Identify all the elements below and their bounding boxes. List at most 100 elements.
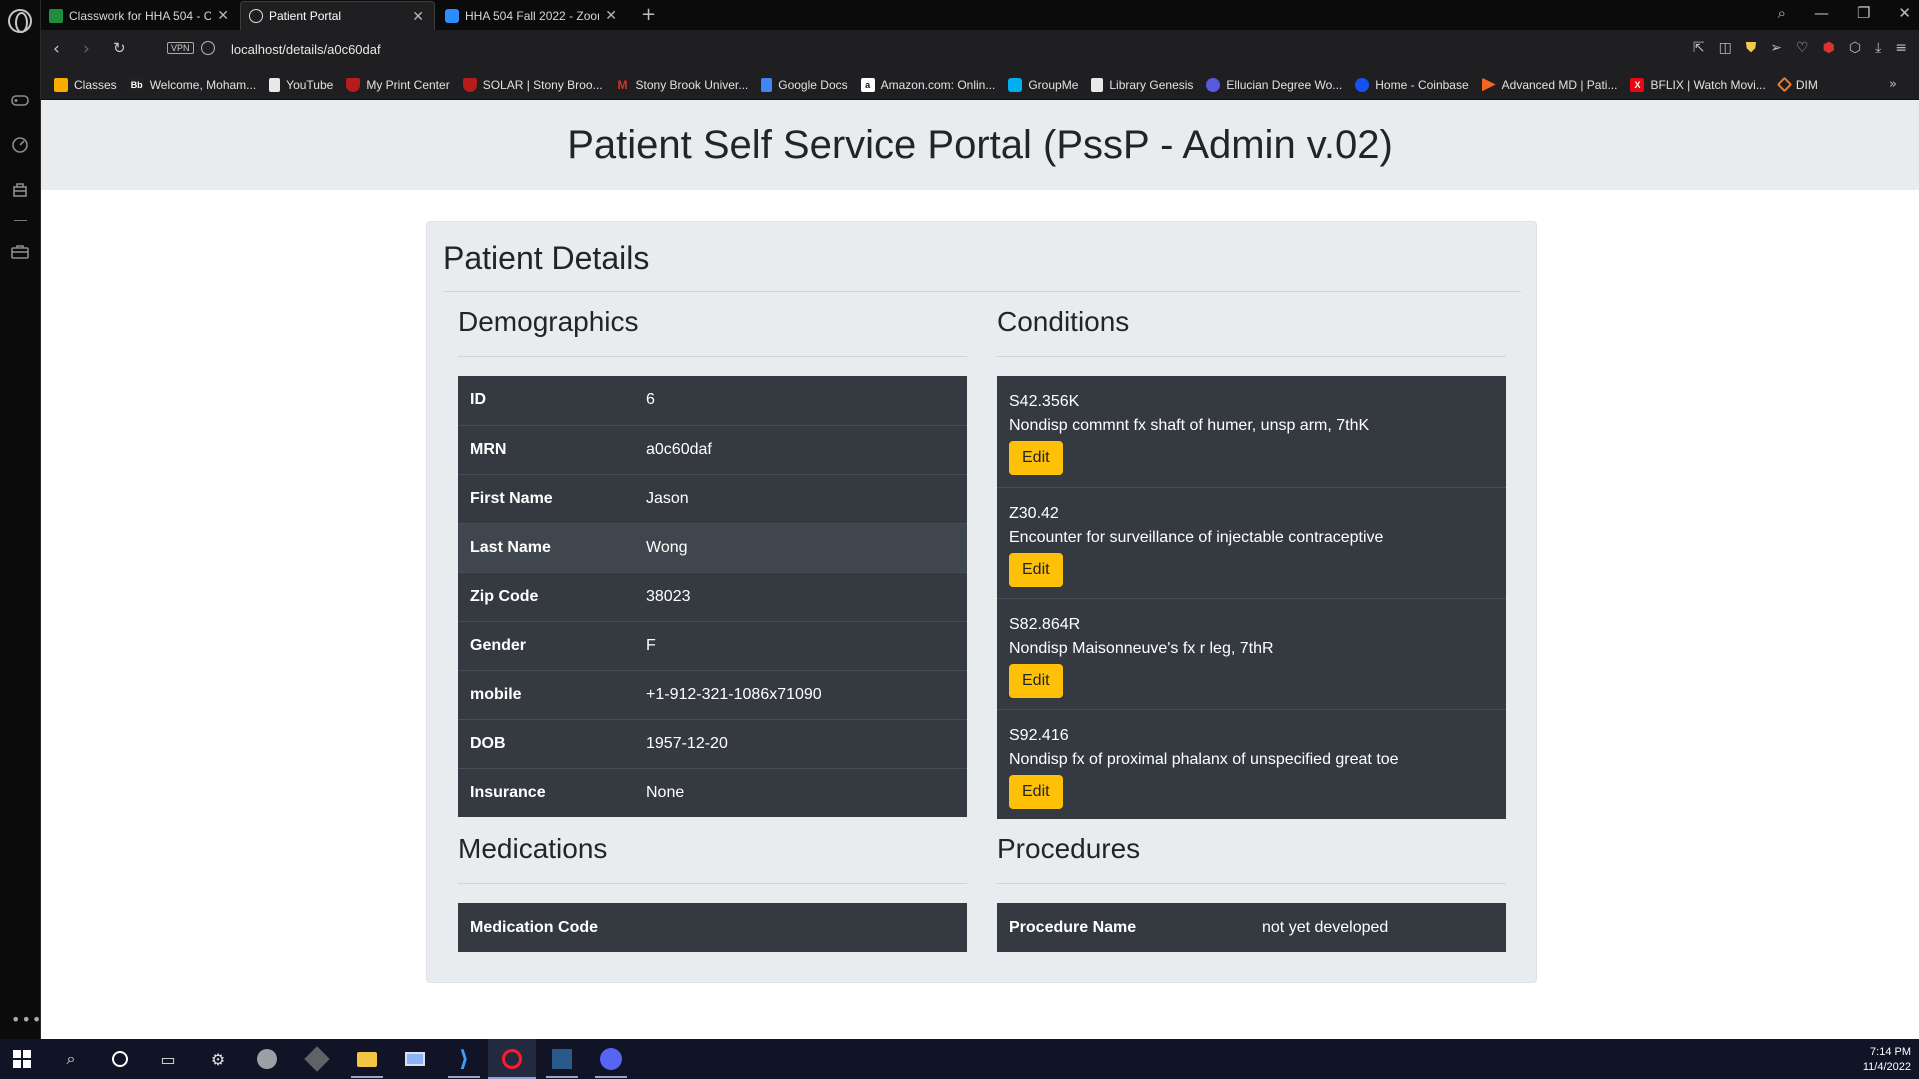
divider bbox=[458, 883, 967, 884]
bookmark-label: Classes bbox=[74, 77, 117, 92]
speed-dial-icon[interactable] bbox=[10, 135, 30, 155]
briefcase-icon[interactable] bbox=[10, 242, 30, 262]
bookmark-youtube[interactable]: YouTube bbox=[269, 77, 333, 92]
vpn-app-icon[interactable] bbox=[255, 1047, 279, 1071]
heart-icon[interactable]: ♡ bbox=[1796, 40, 1809, 56]
site-info-icon[interactable] bbox=[201, 41, 215, 55]
bookmark-print-center[interactable]: My Print Center bbox=[346, 77, 450, 92]
card-title: Patient Details bbox=[443, 240, 650, 276]
divider bbox=[997, 356, 1506, 357]
new-tab-button[interactable]: + bbox=[641, 4, 656, 25]
bookmarks-bar: Classes Bb Welcome, Moham... YouTube My P… bbox=[41, 70, 1919, 100]
close-icon[interactable]: ✕ bbox=[217, 7, 229, 24]
remote-desktop-icon[interactable] bbox=[403, 1047, 427, 1071]
sidebar-divider bbox=[14, 220, 27, 221]
edit-condition-button[interactable]: Edit bbox=[1009, 441, 1063, 475]
field-label: DOB bbox=[458, 718, 634, 768]
active-indicator bbox=[546, 1076, 578, 1078]
bookmark-advancedmd[interactable]: Advanced MD | Pati... bbox=[1481, 77, 1617, 92]
close-window-button[interactable]: ✕ bbox=[1898, 4, 1911, 22]
edit-condition-button[interactable]: Edit bbox=[1009, 664, 1063, 698]
bookmark-label: Library Genesis bbox=[1109, 77, 1194, 92]
minimize-button[interactable]: — bbox=[1814, 4, 1829, 22]
unity-icon[interactable] bbox=[304, 1046, 330, 1072]
bookmark-classes[interactable]: Classes bbox=[54, 77, 117, 92]
demographics-title: Demographics bbox=[458, 306, 639, 337]
close-icon[interactable]: ✕ bbox=[412, 8, 424, 25]
restore-button[interactable]: ❐ bbox=[1857, 4, 1870, 22]
cortana-icon[interactable] bbox=[108, 1047, 132, 1071]
bookmark-label: Home - Coinbase bbox=[1375, 77, 1469, 92]
page-content: Patient Self Service Portal (PssP - Admi… bbox=[41, 100, 1919, 1039]
edit-condition-button[interactable]: Edit bbox=[1009, 775, 1063, 809]
ssms-icon[interactable] bbox=[550, 1047, 574, 1071]
workspace-icon[interactable] bbox=[10, 180, 30, 200]
conditions-title: Conditions bbox=[997, 306, 1130, 337]
table-row: MRN a0c60daf bbox=[458, 424, 967, 474]
bookmark-label: Amazon.com: Onlin... bbox=[880, 77, 996, 92]
bookmark-ellucian[interactable]: Ellucian Degree Wo... bbox=[1206, 77, 1342, 92]
field-label: Last Name bbox=[458, 522, 634, 572]
tab-classwork[interactable]: Classwork for HHA 504 - Cl ✕ bbox=[41, 1, 239, 30]
bookmark-coinbase[interactable]: Home - Coinbase bbox=[1355, 77, 1469, 92]
share-icon[interactable]: ⇱ bbox=[1693, 40, 1705, 56]
tab-patient-portal[interactable]: Patient Portal ✕ bbox=[240, 1, 435, 30]
close-icon[interactable]: ✕ bbox=[605, 7, 617, 24]
sidebar-more-icon[interactable]: ••• bbox=[11, 1010, 42, 1029]
download-icon[interactable]: ⤓ bbox=[1875, 40, 1881, 56]
edit-condition-button[interactable]: Edit bbox=[1009, 553, 1063, 587]
reload-button[interactable]: ↻ bbox=[113, 39, 126, 57]
medications-title: Medications bbox=[458, 833, 608, 864]
bookmark-blackboard[interactable]: Bb Welcome, Moham... bbox=[129, 77, 256, 92]
send-icon[interactable]: ➢ bbox=[1770, 40, 1782, 56]
ublock-icon[interactable]: ⬢ bbox=[1823, 40, 1835, 56]
settings-gear-icon[interactable]: ⚙ bbox=[206, 1047, 230, 1071]
windows-start-icon[interactable] bbox=[10, 1047, 34, 1071]
task-view-icon[interactable]: ▭ bbox=[156, 1047, 180, 1071]
bflix-icon: X bbox=[1630, 77, 1645, 92]
forward-button[interactable]: › bbox=[83, 39, 90, 59]
bookmark-groupme[interactable]: GroupMe bbox=[1008, 77, 1079, 92]
url-input[interactable]: localhost/details/a0c60daf bbox=[231, 42, 381, 57]
shield-icon[interactable]: ⛊ bbox=[1746, 40, 1757, 56]
table-row: First Name Jason bbox=[458, 473, 967, 523]
bookmark-solar[interactable]: SOLAR | Stony Broo... bbox=[462, 77, 603, 92]
bookmark-google-docs[interactable]: Google Docs bbox=[761, 77, 848, 92]
back-button[interactable]: ‹ bbox=[53, 39, 60, 59]
table-row: ID 6 bbox=[458, 376, 967, 425]
groupme-icon bbox=[1008, 77, 1023, 92]
bookmark-dim[interactable]: DIM bbox=[1776, 76, 1818, 93]
coinbase-icon bbox=[1355, 77, 1370, 92]
system-clock[interactable]: 7:14 PM 11/4/2022 bbox=[1863, 1045, 1911, 1075]
opera-icon[interactable] bbox=[500, 1047, 524, 1071]
discord-icon[interactable] bbox=[599, 1047, 623, 1071]
vscode-icon[interactable]: ⟩ bbox=[452, 1047, 476, 1072]
bookmarks-overflow-icon[interactable]: » bbox=[1889, 77, 1897, 92]
field-value: not yet developed bbox=[1262, 918, 1389, 936]
active-indicator bbox=[595, 1076, 627, 1078]
amazon-icon: a bbox=[860, 77, 875, 92]
clock-time: 7:14 PM bbox=[1870, 1046, 1911, 1058]
bookmark-stony-brook[interactable]: M Stony Brook Univer... bbox=[616, 78, 749, 92]
condition-code: S92.416 bbox=[1009, 727, 1069, 744]
bookmark-bflix[interactable]: X BFLIX | Watch Movi... bbox=[1630, 77, 1766, 92]
field-label: Gender bbox=[458, 620, 634, 670]
menu-icon[interactable]: ≡ bbox=[1895, 40, 1907, 56]
search-tabs-icon[interactable]: ⌕ bbox=[1778, 4, 1786, 22]
camera-icon[interactable]: ◫ bbox=[1719, 40, 1732, 56]
tab-zoom[interactable]: HHA 504 Fall 2022 - Zoom ✕ bbox=[437, 1, 627, 30]
opera-logo-icon[interactable] bbox=[8, 9, 32, 33]
bookmark-amazon[interactable]: a Amazon.com: Onlin... bbox=[860, 77, 996, 92]
field-label: Insurance bbox=[458, 767, 634, 817]
bookmark-label: GroupMe bbox=[1028, 77, 1079, 92]
condition-description: Nondisp commnt fx shaft of humer, unsp a… bbox=[1009, 417, 1370, 434]
gmail-icon: M bbox=[617, 77, 628, 92]
tab-title: Classwork for HHA 504 - Cl bbox=[69, 8, 212, 23]
divider bbox=[443, 291, 1521, 292]
vpn-badge[interactable]: VPN bbox=[167, 42, 194, 54]
search-icon[interactable]: ⌕ bbox=[59, 1047, 83, 1071]
file-explorer-icon[interactable] bbox=[355, 1047, 379, 1071]
extensions-icon[interactable]: ⬡ bbox=[1849, 40, 1861, 56]
bookmark-library-genesis[interactable]: Library Genesis bbox=[1091, 77, 1194, 92]
gamepad-icon[interactable] bbox=[10, 90, 30, 110]
